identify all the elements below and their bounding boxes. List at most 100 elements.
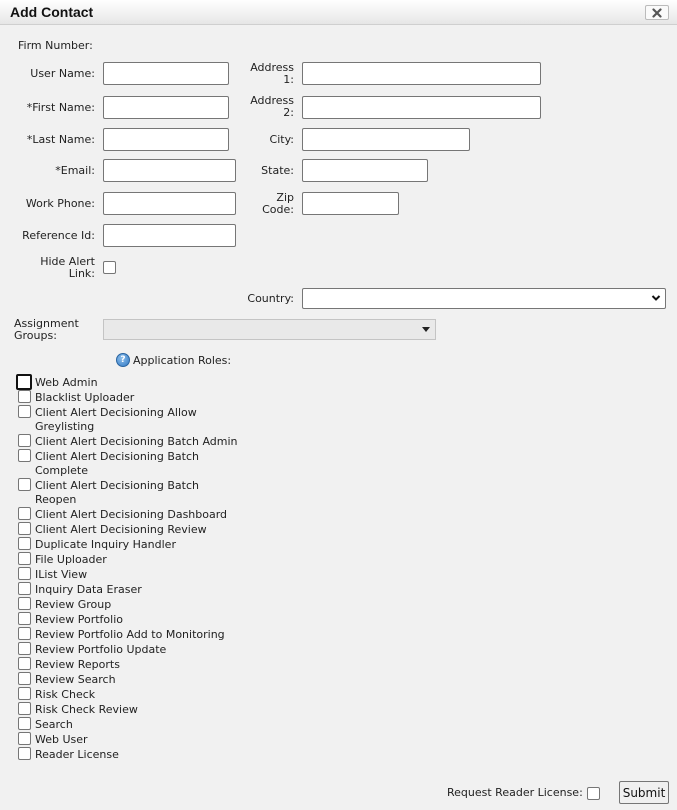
role-item[interactable]: Web User bbox=[18, 732, 243, 747]
role-label: File Uploader bbox=[35, 553, 107, 566]
role-checkbox[interactable] bbox=[18, 702, 31, 715]
role-item[interactable]: Client Alert Decisioning Allow Greylisti… bbox=[18, 405, 243, 434]
role-label: Risk Check Review bbox=[35, 703, 138, 716]
submit-button[interactable]: Submit bbox=[619, 781, 669, 804]
role-item[interactable]: Review Search bbox=[18, 672, 243, 687]
role-item[interactable]: Client Alert Decisioning Review bbox=[18, 522, 243, 537]
state-label: State: bbox=[261, 164, 294, 177]
role-checkbox[interactable] bbox=[18, 537, 31, 550]
state-input[interactable] bbox=[302, 159, 428, 182]
role-label: Search bbox=[35, 718, 73, 731]
role-checkbox[interactable] bbox=[18, 478, 31, 491]
hide-alert-link-checkbox[interactable] bbox=[103, 261, 116, 274]
hide-alert-link-label: Hide Alert Link: bbox=[0, 256, 95, 280]
zip-label-line2: Code: bbox=[262, 203, 294, 216]
role-label: Review Group bbox=[35, 598, 112, 611]
role-checkbox[interactable] bbox=[18, 732, 31, 745]
assignment-groups-select[interactable] bbox=[103, 319, 436, 340]
role-checkbox[interactable] bbox=[18, 657, 31, 670]
role-checkbox[interactable] bbox=[18, 582, 31, 595]
zip-label: Zip Code: bbox=[240, 192, 294, 216]
role-label: Client Alert Decisioning Allow Greylisti… bbox=[35, 406, 197, 433]
role-item[interactable]: Client Alert Decisioning Batch Reopen bbox=[18, 478, 243, 507]
country-select[interactable] bbox=[302, 288, 666, 309]
role-label: Blacklist Uploader bbox=[35, 391, 135, 404]
user-name-input[interactable] bbox=[103, 62, 229, 85]
role-label: Reader License bbox=[35, 748, 119, 761]
role-label: IList View bbox=[35, 568, 88, 581]
help-question-icon[interactable]: ? bbox=[116, 353, 130, 367]
role-checkbox[interactable] bbox=[18, 747, 31, 760]
reference-id-label: Reference Id: bbox=[22, 229, 95, 242]
reference-id-input[interactable] bbox=[103, 224, 236, 247]
work-phone-input[interactable] bbox=[103, 192, 236, 215]
address2-label-line2: 2: bbox=[283, 106, 294, 119]
role-checkbox[interactable] bbox=[18, 449, 31, 462]
role-item[interactable]: Review Portfolio bbox=[18, 612, 243, 627]
assignment-groups-label-line2: Groups: bbox=[14, 329, 57, 342]
role-item[interactable]: Client Alert Decisioning Batch Admin bbox=[18, 434, 243, 449]
email-input[interactable] bbox=[103, 159, 236, 182]
role-checkbox[interactable] bbox=[16, 374, 32, 390]
role-item[interactable]: Review Portfolio Update bbox=[18, 642, 243, 657]
role-label: Web User bbox=[35, 733, 88, 746]
address1-label: Address 1: bbox=[240, 62, 294, 86]
role-checkbox[interactable] bbox=[18, 717, 31, 730]
close-button[interactable] bbox=[645, 5, 669, 20]
role-item[interactable]: Inquiry Data Eraser bbox=[18, 582, 243, 597]
role-checkbox[interactable] bbox=[18, 552, 31, 565]
address1-input[interactable] bbox=[302, 62, 541, 85]
city-input[interactable] bbox=[302, 128, 470, 151]
role-item[interactable]: Client Alert Decisioning Batch Complete bbox=[18, 449, 243, 478]
zip-input[interactable] bbox=[302, 192, 399, 215]
country-label: Country: bbox=[247, 292, 294, 305]
role-item[interactable]: Duplicate Inquiry Handler bbox=[18, 537, 243, 552]
role-item[interactable]: Review Reports bbox=[18, 657, 243, 672]
application-roles-heading: ? Application Roles: bbox=[116, 353, 231, 367]
last-name-input[interactable] bbox=[103, 128, 229, 151]
role-checkbox[interactable] bbox=[18, 434, 31, 447]
request-reader-license-checkbox[interactable] bbox=[587, 787, 600, 800]
first-name-input[interactable] bbox=[103, 96, 229, 119]
role-item[interactable]: Reader License bbox=[18, 747, 243, 762]
firm-number-label: Firm Number: bbox=[18, 39, 93, 52]
role-item[interactable]: Search bbox=[18, 717, 243, 732]
role-label: Review Reports bbox=[35, 658, 120, 671]
role-item[interactable]: Risk Check bbox=[18, 687, 243, 702]
role-label: Client Alert Decisioning Batch Admin bbox=[35, 435, 238, 448]
dialog-titlebar: Add Contact bbox=[0, 0, 677, 25]
role-item[interactable]: Review Portfolio Add to Monitoring bbox=[18, 627, 243, 642]
role-checkbox[interactable] bbox=[18, 612, 31, 625]
role-checkbox[interactable] bbox=[18, 522, 31, 535]
close-x-icon bbox=[652, 7, 662, 18]
role-label: Risk Check bbox=[35, 688, 96, 701]
role-label: Review Portfolio bbox=[35, 613, 123, 626]
address2-label: Address 2: bbox=[240, 95, 294, 119]
role-label: Client Alert Decisioning Batch Reopen bbox=[35, 479, 199, 506]
first-name-label: *First Name: bbox=[26, 101, 95, 114]
role-checkbox[interactable] bbox=[18, 507, 31, 520]
role-item[interactable]: Risk Check Review bbox=[18, 702, 243, 717]
city-label: City: bbox=[269, 133, 294, 146]
role-label: Duplicate Inquiry Handler bbox=[35, 538, 176, 551]
user-name-label: User Name: bbox=[30, 67, 95, 80]
role-checkbox[interactable] bbox=[18, 687, 31, 700]
role-checkbox[interactable] bbox=[18, 390, 31, 403]
address2-input[interactable] bbox=[302, 96, 541, 119]
role-item[interactable]: Review Group bbox=[18, 597, 243, 612]
role-checkbox[interactable] bbox=[18, 405, 31, 418]
chevron-down-icon bbox=[651, 295, 661, 301]
role-checkbox[interactable] bbox=[18, 642, 31, 655]
role-item[interactable]: Web Admin bbox=[16, 374, 243, 390]
role-item[interactable]: Blacklist Uploader bbox=[18, 390, 243, 405]
role-item[interactable]: File Uploader bbox=[18, 552, 243, 567]
role-checkbox[interactable] bbox=[18, 672, 31, 685]
role-label: Web Admin bbox=[35, 376, 98, 389]
role-checkbox[interactable] bbox=[18, 627, 31, 640]
role-item[interactable]: Client Alert Decisioning Dashboard bbox=[18, 507, 243, 522]
role-label: Client Alert Decisioning Dashboard bbox=[35, 508, 228, 521]
address1-label-line2: 1: bbox=[283, 73, 294, 86]
role-checkbox[interactable] bbox=[18, 597, 31, 610]
role-checkbox[interactable] bbox=[18, 567, 31, 580]
role-item[interactable]: IList View bbox=[18, 567, 243, 582]
